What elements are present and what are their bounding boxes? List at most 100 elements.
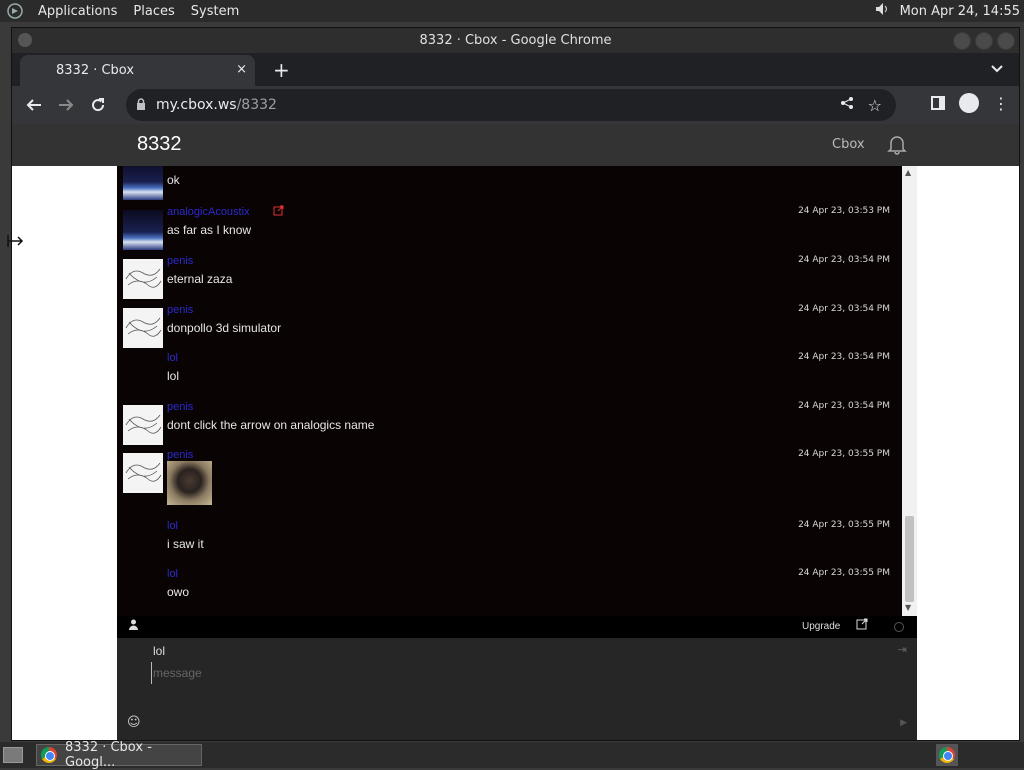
bottom-panel: 8332 · Cbox - Googl... [0, 740, 1024, 770]
message-author[interactable]: lol [167, 568, 178, 580]
message-time: 24 Apr 23, 03:54 PM [798, 255, 890, 265]
list-item: lol 24 Apr 23, 03:55 PM owo [117, 568, 902, 616]
forward-button[interactable] [50, 89, 82, 121]
notification-bell-icon[interactable] [886, 133, 908, 160]
scroll-up-arrow-icon[interactable]: ▲ [905, 168, 911, 177]
compose-area: lol ⇥ ☺ ▶ [117, 638, 917, 740]
show-desktop-button[interactable] [3, 747, 23, 763]
tab-title: 8332 · Cbox [56, 63, 135, 78]
menu-applications[interactable]: Applications [34, 4, 121, 19]
popout-icon[interactable] [856, 618, 868, 633]
message-author[interactable]: lol [167, 520, 178, 532]
avatar [123, 405, 163, 445]
address-bar[interactable]: my.cbox.ws /8332 ☆ [126, 89, 896, 121]
page-content: 8332 Cbox ok analogicAcoustix 24 Apr 23,… [12, 124, 1019, 740]
chat-scrollbar[interactable]: ▲ ▼ [902, 166, 917, 616]
avatar [123, 453, 163, 493]
tray-chrome-icon[interactable] [936, 744, 958, 766]
url-path: /8332 [236, 97, 277, 113]
top-panel: Applications Places System Mon Apr 24, 1… [0, 0, 1024, 22]
upgrade-link[interactable]: Upgrade [802, 621, 840, 632]
message-input[interactable] [151, 662, 851, 684]
avatar [123, 572, 163, 612]
window-titlebar[interactable]: 8332 · Cbox - Google Chrome [12, 28, 1019, 53]
avatar [123, 308, 163, 348]
list-item: penis 24 Apr 23, 03:54 PM donpollo 3d si… [117, 304, 902, 352]
lock-icon[interactable] [136, 97, 146, 113]
avatar [123, 524, 163, 564]
taskbar-item-chrome[interactable]: 8332 · Cbox - Googl... [36, 740, 202, 770]
clock[interactable]: Mon Apr 24, 14:55 [900, 4, 1020, 19]
profile-avatar-icon[interactable] [959, 93, 979, 113]
connection-status-icon [894, 622, 904, 632]
nickname-field[interactable]: lol [153, 644, 165, 658]
chat-toolbar: Upgrade [117, 616, 917, 638]
reload-button[interactable] [82, 89, 114, 121]
message-text: lol [167, 369, 180, 383]
message-author[interactable]: penis [167, 304, 193, 316]
message-time: 24 Apr 23, 03:55 PM [798, 520, 890, 530]
tab-search-icon[interactable] [991, 62, 1003, 76]
tab-strip: 8332 · Cbox × + [12, 53, 1019, 86]
message-time: 24 Apr 23, 03:54 PM [798, 401, 890, 411]
browser-toolbar: my.cbox.ws /8332 ☆ ⋮ [12, 86, 1019, 124]
cbox-header: 8332 Cbox [12, 124, 1019, 166]
chrome-window: 8332 · Cbox - Google Chrome 8332 · Cbox … [11, 27, 1020, 741]
avatar [123, 356, 163, 396]
avatar [123, 259, 163, 299]
message-text: as far as I know [167, 223, 252, 237]
close-window-button[interactable] [997, 32, 1015, 50]
user-icon[interactable] [128, 619, 139, 633]
bookmark-star-icon[interactable]: ☆ [868, 96, 882, 115]
back-button[interactable] [18, 89, 50, 121]
new-tab-button[interactable]: + [273, 58, 290, 82]
side-panel-icon[interactable] [931, 96, 945, 110]
list-item: lol 24 Apr 23, 03:55 PM i saw it [117, 520, 902, 568]
menu-places[interactable]: Places [129, 4, 178, 19]
message-text: i saw it [167, 537, 204, 551]
message-time: 24 Apr 23, 03:53 PM [798, 206, 890, 216]
message-author[interactable]: penis [167, 255, 193, 267]
login-icon[interactable]: ⇥ [898, 643, 907, 656]
message-text: owo [167, 585, 190, 599]
scrollbar-thumb[interactable] [905, 516, 914, 602]
message-time: 24 Apr 23, 03:55 PM [798, 568, 890, 578]
chrome-menu-icon[interactable]: ⋮ [993, 94, 1009, 113]
external-link-icon[interactable] [273, 205, 284, 219]
message-text: dont click the arrow on analogics name [167, 418, 375, 432]
list-item: lol 24 Apr 23, 03:54 PM lol [117, 352, 902, 400]
send-arrow-icon[interactable]: ▶ [900, 718, 907, 728]
list-item: penis 24 Apr 23, 03:54 PM dont click the… [117, 401, 902, 449]
message-image[interactable] [167, 461, 212, 505]
minimize-button[interactable] [953, 32, 971, 50]
chrome-icon [41, 747, 57, 763]
avatar [123, 166, 163, 200]
list-item: ok [117, 166, 902, 200]
share-icon[interactable] [840, 96, 854, 114]
message-text: eternal zaza [167, 272, 233, 286]
url-host: my.cbox.ws [156, 97, 237, 113]
close-tab-icon[interactable]: × [236, 62, 247, 77]
message-author[interactable]: penis [167, 449, 193, 461]
maximize-button[interactable] [975, 32, 993, 50]
avatar [123, 210, 163, 250]
message-author[interactable]: lol [167, 352, 178, 364]
list-item: analogicAcoustix 24 Apr 23, 03:53 PM as … [117, 205, 902, 254]
chat-messages[interactable]: ok analogicAcoustix 24 Apr 23, 03:53 PM … [117, 166, 902, 616]
taskbar-item-label: 8332 · Cbox - Googl... [65, 740, 152, 770]
cbox-brand-link[interactable]: Cbox [832, 137, 865, 152]
list-item: penis 24 Apr 23, 03:55 PM [117, 449, 902, 519]
scroll-down-arrow-icon[interactable]: ▼ [905, 603, 911, 612]
message-text: donpollo 3d simulator [167, 321, 282, 335]
window-menu-icon[interactable] [18, 33, 32, 47]
message-time: 24 Apr 23, 03:54 PM [798, 304, 890, 314]
tab-cbox[interactable]: 8332 · Cbox × [20, 55, 255, 86]
volume-icon[interactable] [874, 0, 892, 22]
message-author[interactable]: penis [167, 401, 193, 413]
message-author[interactable]: analogicAcoustix [167, 206, 250, 218]
menu-system[interactable]: System [187, 4, 243, 19]
message-text: ok [167, 173, 180, 187]
emoji-icon[interactable]: ☺ [127, 715, 141, 730]
gnome-logo-icon[interactable] [4, 0, 26, 22]
window-title: 8332 · Cbox - Google Chrome [419, 33, 612, 48]
